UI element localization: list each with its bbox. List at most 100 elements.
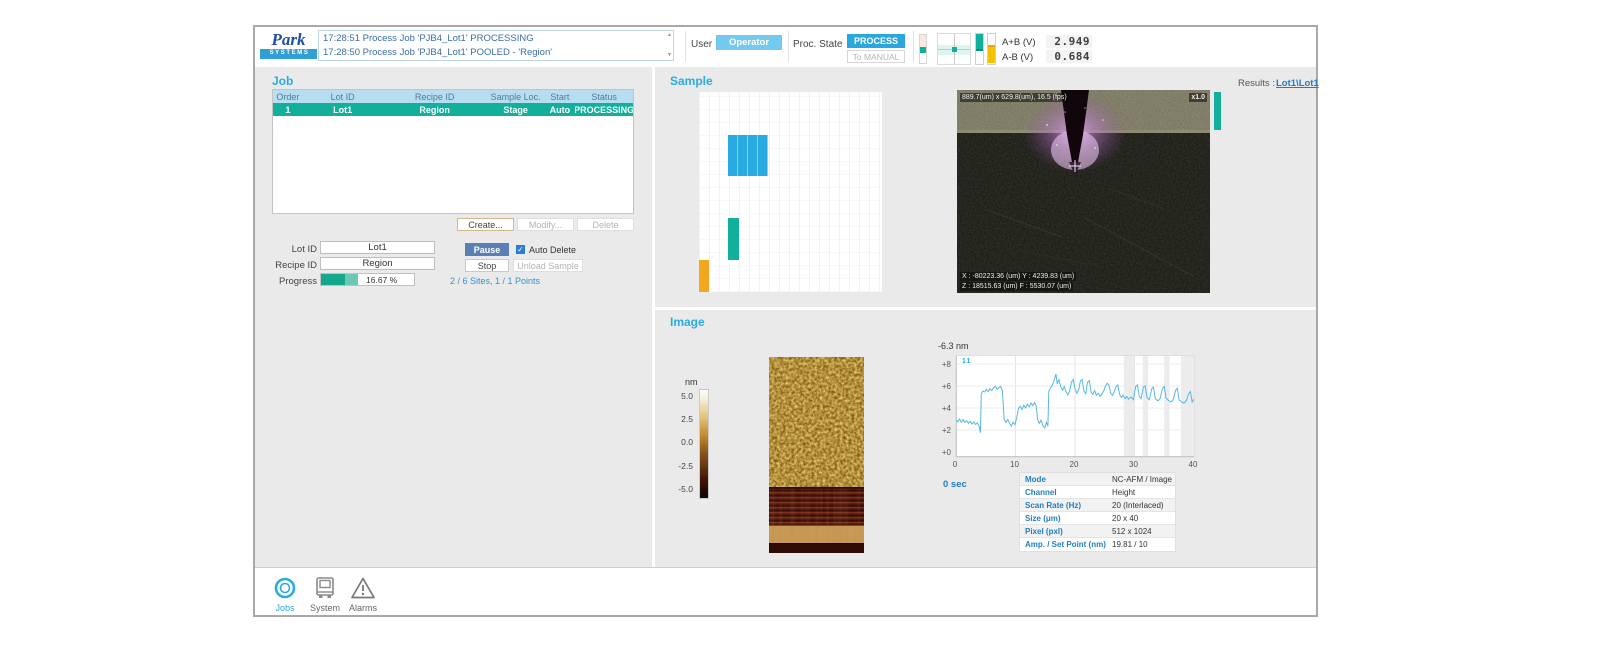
nav-item-alarms[interactable]: Alarms (343, 575, 383, 613)
logo-brand-text: Park (260, 30, 317, 49)
colorbar-unit-label: nm (685, 377, 698, 387)
mini-bar-segment-teal (920, 47, 926, 53)
log-scroll-up-icon[interactable]: ▲ (667, 33, 672, 38)
job-table-header: OrderLot IDRecipe IDSample Loc.StartStat… (273, 90, 633, 103)
results-label: Results : (1238, 78, 1275, 89)
bottom-nav-bar: Jobs System Alar (255, 567, 1316, 613)
auto-delete-checkbox[interactable]: ✓ (516, 245, 525, 254)
camera-fov-text: 889.7(um) x 629.8(um), 16.5 (fps) (960, 93, 1069, 102)
a-minus-b-value: 0.684 (1046, 50, 1092, 63)
param-value: 20 x 40 (1112, 512, 1175, 524)
level-bar-yellow (987, 33, 996, 65)
profile-x-tick: 40 (1189, 460, 1198, 469)
camera-zoom-text: x1.0 (1189, 93, 1207, 102)
a-plus-b-label: A+B (V) (1002, 37, 1044, 48)
profile-x-tick: 20 (1070, 460, 1079, 469)
param-label: Channel (1020, 486, 1112, 498)
alarms-icon (343, 575, 383, 601)
recipe-id-field[interactable]: Region (320, 257, 435, 270)
position-dot (952, 47, 957, 52)
param-value: 19.81 / 10 (1112, 538, 1175, 551)
scan-time-label: 0 sec (943, 479, 967, 490)
profile-y-tick: +0 (925, 448, 951, 457)
profile-x-tick: 0 (953, 460, 957, 469)
table-cell: Auto (544, 103, 575, 116)
status-mini-bar (919, 34, 927, 64)
camera-zf-coords: Z : 18515.63 (um) F : 5530.07 (um) (960, 282, 1073, 291)
jobs-icon (265, 575, 305, 601)
job-table-row[interactable]: 1Lot1RegionStageAutoPROCESSING (273, 103, 633, 116)
param-row: Pixel (pxl)512 x 1024 (1020, 525, 1175, 538)
param-row: Amp. / Set Point (nm)19.81 / 10 (1020, 538, 1175, 551)
lot-id-label: Lot ID (265, 244, 317, 255)
afm-topography-image[interactable] (769, 357, 864, 553)
site-bar-origin[interactable] (699, 260, 709, 292)
lot-id-field[interactable]: Lot1 (320, 241, 435, 254)
logo-sub-text: SYSTEMS (260, 49, 317, 59)
event-log-list[interactable]: 17:28:51 Process Job 'PJB4_Lot1' PROCESS… (318, 30, 674, 61)
param-label: Pixel (pxl) (1020, 525, 1112, 537)
param-label: Size (μm) (1020, 512, 1112, 524)
colorbar-tick-label: 0.0 (663, 437, 693, 447)
table-cell: Start (544, 90, 575, 103)
table-cell: 1 (273, 103, 303, 116)
profile-y-tick: +8 (925, 360, 951, 369)
nav-item-jobs[interactable]: Jobs (265, 575, 305, 613)
recipe-id-label: Recipe ID (265, 260, 317, 271)
mini-bar-segment-top (920, 35, 926, 47)
level-bar-teal-fill (976, 34, 983, 51)
process-state-button[interactable]: PROCESS (847, 34, 905, 48)
colorbar-tick-label: -2.5 (663, 461, 693, 471)
sample-panel-title: Sample (670, 74, 713, 88)
results-link[interactable]: Lot1\Lot1 (1276, 78, 1319, 89)
colorbar-tick-label: 2.5 (663, 414, 693, 424)
header-divider (788, 31, 789, 62)
create-button[interactable]: Create... (457, 218, 514, 231)
sample-map[interactable] (699, 92, 882, 292)
profile-y-tick: +4 (925, 404, 951, 413)
param-row: ChannelHeight (1020, 486, 1175, 499)
param-value: 20 (Interlaced) (1112, 499, 1175, 511)
header-divider (913, 31, 914, 62)
unload-sample-button[interactable]: Unload Sample (513, 259, 583, 272)
profile-plot-svg (956, 356, 1194, 457)
site-block-processing[interactable] (728, 135, 768, 176)
param-value: NC-AFM / Image (1112, 473, 1175, 485)
progress-fill-light (345, 274, 358, 285)
table-cell: Status (575, 90, 633, 103)
a-minus-b-label: A-B (V) (1002, 52, 1044, 63)
param-row: ModeNC-AFM / Image (1020, 473, 1175, 486)
param-label: Scan Rate (Hz) (1020, 499, 1112, 511)
colorbar-tick-label: -5.0 (663, 484, 693, 494)
stop-button[interactable]: Stop (465, 259, 509, 272)
table-cell: Order (273, 90, 303, 103)
profile-y-axis-labels: +0 +2 +4 +6 +8 (923, 355, 951, 458)
stage-position-indicator (937, 33, 971, 65)
param-value: 512 x 1024 (1112, 525, 1175, 537)
delete-button[interactable]: Delete (577, 218, 634, 231)
profile-y-tick: +6 (925, 382, 951, 391)
to-manual-button[interactable]: To MANUAL (847, 50, 905, 63)
panel-divider-vertical (652, 67, 655, 567)
param-label: Mode (1020, 473, 1112, 485)
profile-y-tick: +2 (925, 426, 951, 435)
nav-item-system[interactable]: System (305, 575, 345, 613)
user-operator-button[interactable]: Operator (716, 35, 782, 50)
progress-percent-text: 16.67 % (366, 275, 397, 285)
progress-fill-dark (321, 274, 345, 285)
app-window: Park SYSTEMS 17:28:51 Process Job 'PJB4_… (253, 25, 1318, 617)
sites-points-status: 2 / 6 Sites, 1 / 1 Points (450, 276, 540, 286)
level-bar-teal (975, 33, 984, 65)
scan-parameters-table: ModeNC-AFM / ImageChannelHeightScan Rate… (1019, 472, 1176, 552)
pause-button[interactable]: Pause (465, 243, 509, 256)
camera-xy-coords: X : -80223.36 (um) Y : 4239.83 (um) (960, 272, 1076, 281)
site-bar-done[interactable] (728, 218, 739, 260)
modify-button[interactable]: Modify... (517, 218, 574, 231)
optical-camera-view[interactable]: 889.7(um) x 629.8(um), 16.5 (fps) x1.0 X… (957, 90, 1210, 293)
log-scroll-down-icon[interactable]: ▼ (667, 53, 672, 58)
camera-image (957, 90, 1210, 293)
job-table[interactable]: OrderLot IDRecipe IDSample Loc.StartStat… (272, 89, 634, 214)
screen: Park SYSTEMS 17:28:51 Process Job 'PJB4_… (0, 0, 1600, 660)
profile-marker-label: 11 (962, 358, 971, 365)
user-label: User (691, 39, 712, 50)
